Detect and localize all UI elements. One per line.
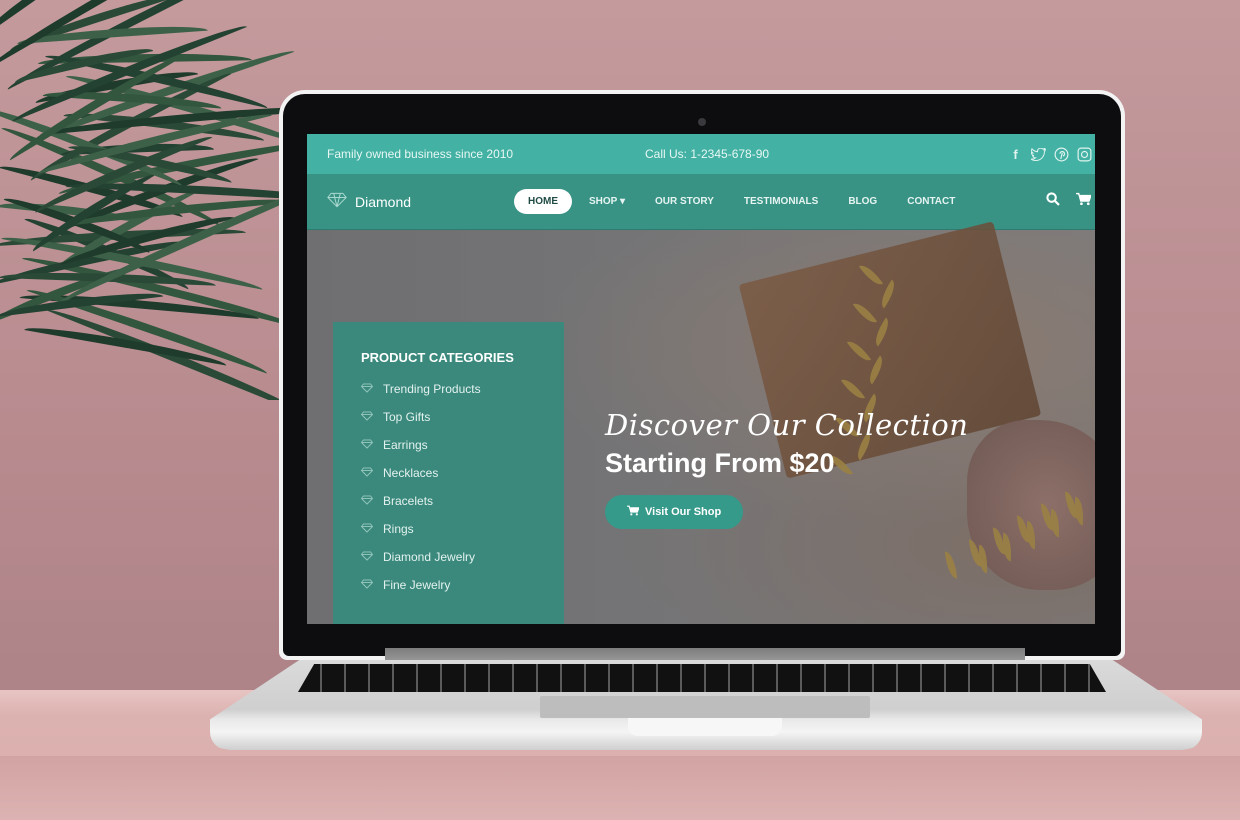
twitter-icon[interactable] — [1030, 146, 1047, 163]
pinterest-icon[interactable] — [1053, 146, 1070, 163]
trackpad — [540, 696, 870, 718]
category-item[interactable]: Top Gifts — [360, 403, 564, 431]
category-label: Earrings — [383, 438, 428, 452]
category-item[interactable]: Necklaces — [360, 459, 564, 487]
diamond-icon — [360, 523, 375, 536]
search-icon[interactable] — [1046, 192, 1060, 211]
hero-text: Discover Our Collection Starting From $2… — [605, 408, 968, 529]
cart-icon[interactable] — [1076, 192, 1092, 211]
categories-title: PRODUCT CATEGORIES — [361, 350, 514, 365]
nav-shop[interactable]: SHOP ▾ — [589, 196, 625, 207]
instagram-icon[interactable] — [1076, 146, 1093, 163]
diamond-icon — [360, 383, 375, 396]
top-bar: Family owned business since 2010 Call Us… — [307, 134, 1095, 174]
visit-shop-button[interactable]: Visit Our Shop — [605, 495, 744, 529]
category-item[interactable]: Trending Products — [360, 375, 564, 403]
nav-menu: HOME SHOP ▾ OUR STORY TESTIMONIALS BLOG … — [514, 189, 1046, 214]
diamond-icon — [360, 411, 375, 424]
main-navbar: Diamond HOME SHOP ▾ OUR STORY TESTIMONIA… — [307, 174, 1095, 230]
category-item[interactable]: Earrings — [360, 431, 564, 459]
nav-home[interactable]: HOME — [514, 189, 572, 214]
category-item[interactable]: Fine Jewelry — [360, 571, 564, 599]
nav-blog[interactable]: BLOG — [848, 196, 877, 207]
gold-leaf — [944, 550, 958, 580]
category-label: Top Gifts — [383, 410, 431, 424]
category-item[interactable]: Bracelets — [360, 487, 564, 515]
laptop-hinge — [385, 648, 1025, 662]
category-label: Fine Jewelry — [383, 578, 451, 592]
hero-script-heading: Discover Our Collection — [605, 408, 969, 442]
thumb-notch — [628, 718, 782, 736]
category-item[interactable]: Rings — [360, 515, 564, 543]
nav-testimonials[interactable]: TESTIMONIALS — [744, 196, 818, 207]
shelf-edge — [0, 756, 1240, 820]
category-item[interactable]: Diamond Jewelry — [360, 543, 564, 571]
laptop-screen: Family owned business since 2010 Call Us… — [307, 134, 1095, 624]
nav-contact[interactable]: CONTACT — [907, 196, 955, 207]
hero-price-heading: Starting From $20 — [605, 448, 835, 478]
diamond-icon — [360, 439, 375, 452]
hero-banner: PRODUCT CATEGORIES Trending Products Top … — [307, 221, 1095, 624]
facebook-icon[interactable]: f — [1007, 146, 1024, 163]
keyboard — [298, 664, 1106, 692]
visit-shop-label: Visit Our Shop — [645, 506, 722, 518]
brand-name: Diamond — [355, 193, 412, 210]
category-label: Rings — [383, 522, 414, 536]
camera-icon — [698, 118, 706, 126]
diamond-icon — [360, 467, 375, 480]
product-categories-panel: PRODUCT CATEGORIES Trending Products Top … — [333, 322, 564, 624]
category-label: Diamond Jewelry — [383, 550, 476, 564]
phone-number: Call Us: 1-2345-678-90 — [645, 147, 770, 161]
social-links: f — [1007, 146, 1095, 163]
category-label: Necklaces — [383, 466, 439, 480]
category-label: Trending Products — [383, 382, 481, 396]
diamond-icon — [360, 579, 375, 592]
categories-list: Trending Products Top Gifts Earrings Neckla… — [360, 375, 564, 599]
diamond-icon — [327, 192, 347, 211]
nav-our-story[interactable]: OUR STORY — [655, 196, 714, 207]
category-label: Bracelets — [383, 494, 434, 508]
nav-actions — [1046, 192, 1095, 211]
tagline: Family owned business since 2010 — [327, 147, 514, 161]
cart-icon — [627, 505, 640, 519]
palm-plant — [0, 0, 300, 400]
brand-logo[interactable]: Diamond — [327, 192, 514, 211]
diamond-icon — [360, 495, 375, 508]
diamond-icon — [360, 551, 375, 564]
